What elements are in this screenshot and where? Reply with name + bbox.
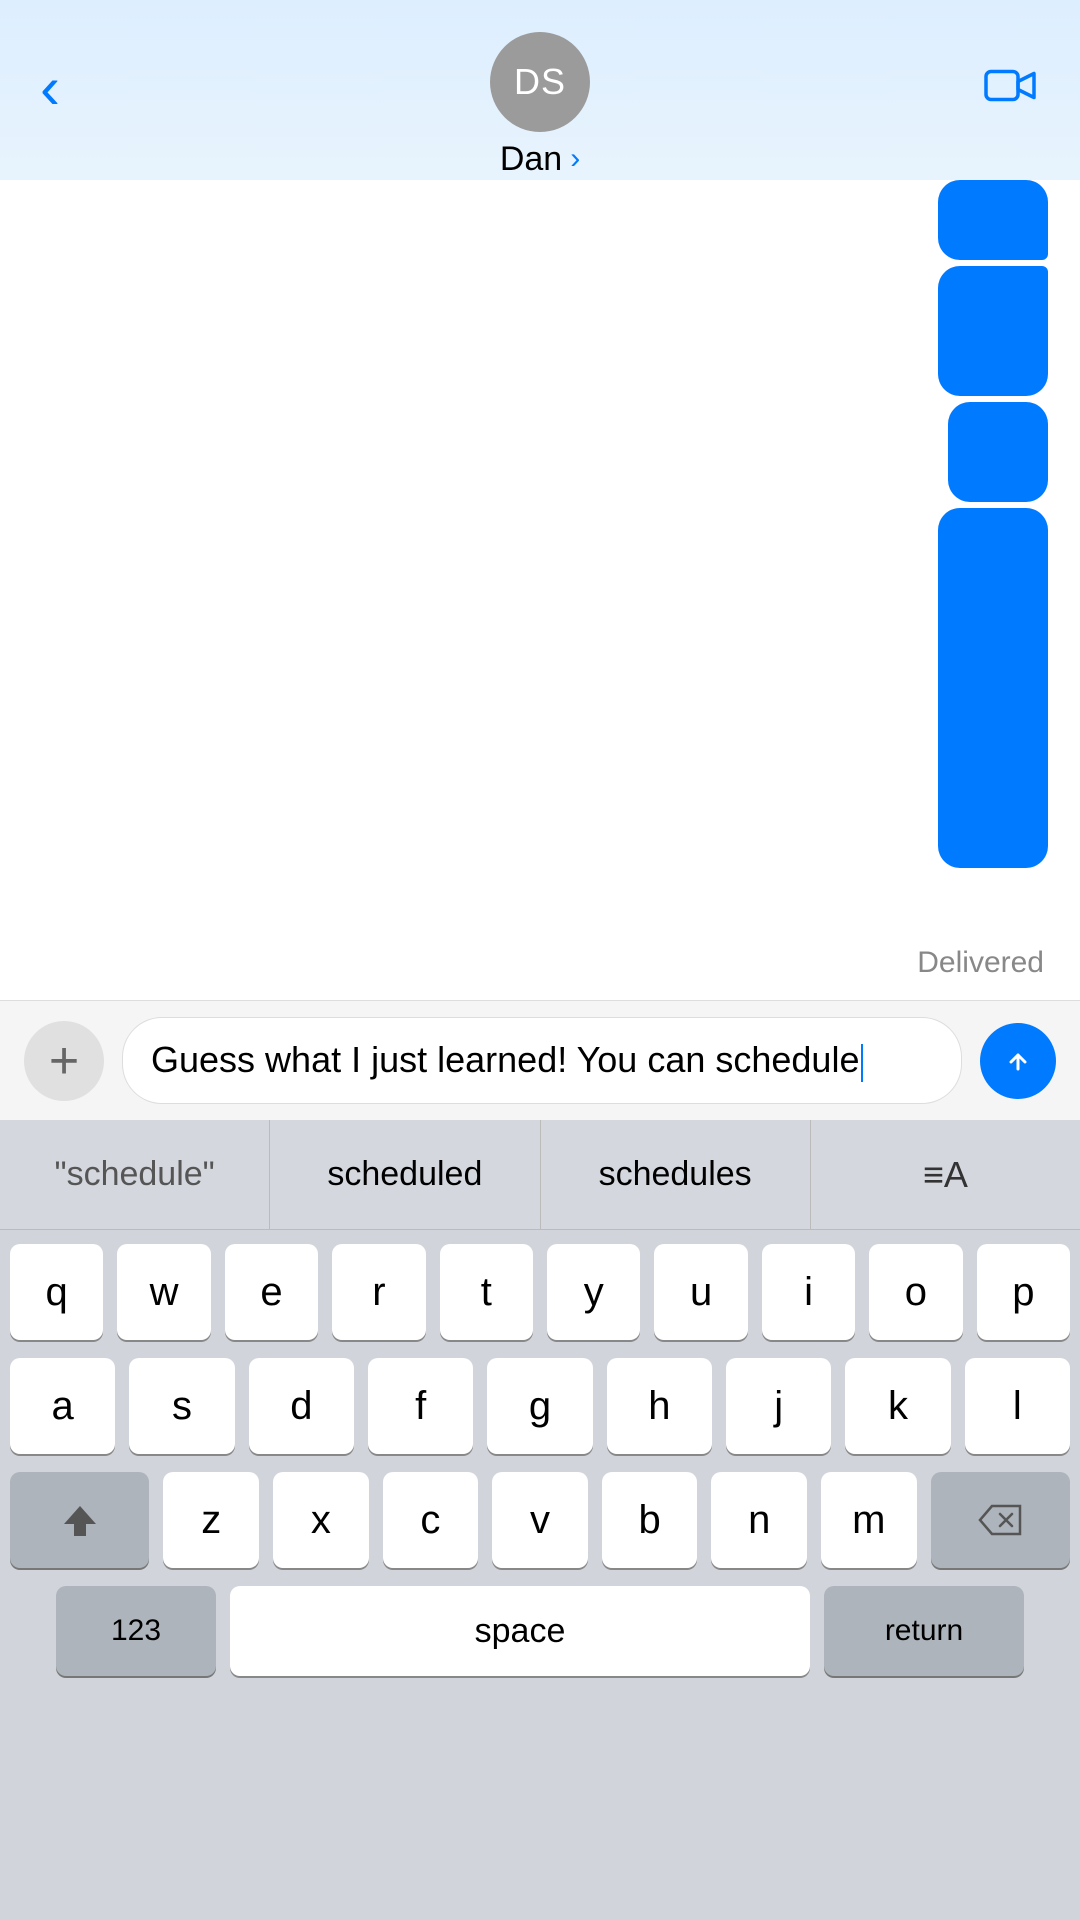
key-n[interactable]: n: [711, 1472, 807, 1568]
message-text: Guess what I just learned! You can sched…: [151, 1039, 859, 1080]
key-row-2: a s d f g h j k l: [10, 1358, 1070, 1454]
contact-name-row[interactable]: Dan ›: [500, 140, 580, 179]
message-bubble-1: [938, 180, 1048, 260]
video-icon: [984, 66, 1036, 106]
header: ‹ DS Dan ›: [0, 0, 1080, 180]
avatar[interactable]: DS: [490, 32, 590, 132]
message-bubble-2: [938, 266, 1048, 396]
key-h[interactable]: h: [607, 1358, 712, 1454]
key-f[interactable]: f: [368, 1358, 473, 1454]
key-s[interactable]: s: [129, 1358, 234, 1454]
key-r[interactable]: r: [332, 1244, 425, 1340]
send-button[interactable]: [980, 1023, 1056, 1099]
input-bar: + Guess what I just learned! You can sch…: [0, 1000, 1080, 1120]
add-attachment-button[interactable]: +: [24, 1021, 104, 1101]
key-row-3: z x c v b n m: [10, 1472, 1070, 1568]
autocomplete-item-0[interactable]: "schedule": [0, 1120, 270, 1229]
contact-detail-chevron-icon: ›: [570, 142, 580, 176]
key-i[interactable]: i: [762, 1244, 855, 1340]
key-e[interactable]: e: [225, 1244, 318, 1340]
shift-key[interactable]: [10, 1472, 149, 1568]
text-cursor: [861, 1044, 863, 1082]
message-bubble-4: [938, 508, 1048, 868]
autocomplete-item-3[interactable]: ≡A: [811, 1120, 1080, 1229]
video-call-button[interactable]: [984, 63, 1036, 118]
autocomplete-bar: "schedule" scheduled schedules ≡A: [0, 1120, 1080, 1230]
key-row-1: q w e r t y u i o p: [10, 1244, 1070, 1340]
key-g[interactable]: g: [487, 1358, 592, 1454]
bubble-stack: [938, 180, 1048, 868]
return-key[interactable]: return: [824, 1586, 1024, 1676]
messages-area: Delivered: [0, 180, 1080, 1000]
key-w[interactable]: w: [117, 1244, 210, 1340]
key-k[interactable]: k: [845, 1358, 950, 1454]
delete-key[interactable]: [931, 1472, 1070, 1568]
keyboard: "schedule" scheduled schedules ≡A q w e …: [0, 1120, 1080, 1920]
numbers-key[interactable]: 123: [56, 1586, 216, 1676]
key-t[interactable]: t: [440, 1244, 533, 1340]
add-icon: +: [49, 1031, 79, 1091]
key-z[interactable]: z: [163, 1472, 259, 1568]
key-j[interactable]: j: [726, 1358, 831, 1454]
space-key[interactable]: space: [230, 1586, 810, 1676]
key-y[interactable]: y: [547, 1244, 640, 1340]
send-arrow-icon: [1000, 1043, 1036, 1079]
autocomplete-item-1[interactable]: scheduled: [270, 1120, 540, 1229]
key-x[interactable]: x: [273, 1472, 369, 1568]
message-bubble-3: [948, 402, 1048, 502]
key-m[interactable]: m: [821, 1472, 917, 1568]
contact-center: DS Dan ›: [490, 32, 590, 179]
key-c[interactable]: c: [383, 1472, 479, 1568]
delete-icon: [978, 1504, 1022, 1536]
key-bottom-row: 123 space return: [0, 1586, 1080, 1676]
delivered-label: Delivered: [917, 946, 1044, 980]
key-b[interactable]: b: [602, 1472, 698, 1568]
key-d[interactable]: d: [249, 1358, 354, 1454]
autocomplete-item-2[interactable]: schedules: [541, 1120, 811, 1229]
back-chevron-icon: ‹: [40, 58, 60, 118]
shift-icon: [60, 1500, 100, 1540]
key-v[interactable]: v: [492, 1472, 588, 1568]
key-p[interactable]: p: [977, 1244, 1070, 1340]
key-o[interactable]: o: [869, 1244, 962, 1340]
key-l[interactable]: l: [965, 1358, 1070, 1454]
contact-name: Dan: [500, 140, 562, 179]
message-input[interactable]: Guess what I just learned! You can sched…: [151, 1036, 933, 1085]
key-u[interactable]: u: [654, 1244, 747, 1340]
key-rows: q w e r t y u i o p a s d f g h j k l: [0, 1230, 1080, 1568]
key-q[interactable]: q: [10, 1244, 103, 1340]
key-a[interactable]: a: [10, 1358, 115, 1454]
message-input-wrapper: Guess what I just learned! You can sched…: [122, 1017, 962, 1104]
back-button[interactable]: ‹: [40, 62, 60, 118]
